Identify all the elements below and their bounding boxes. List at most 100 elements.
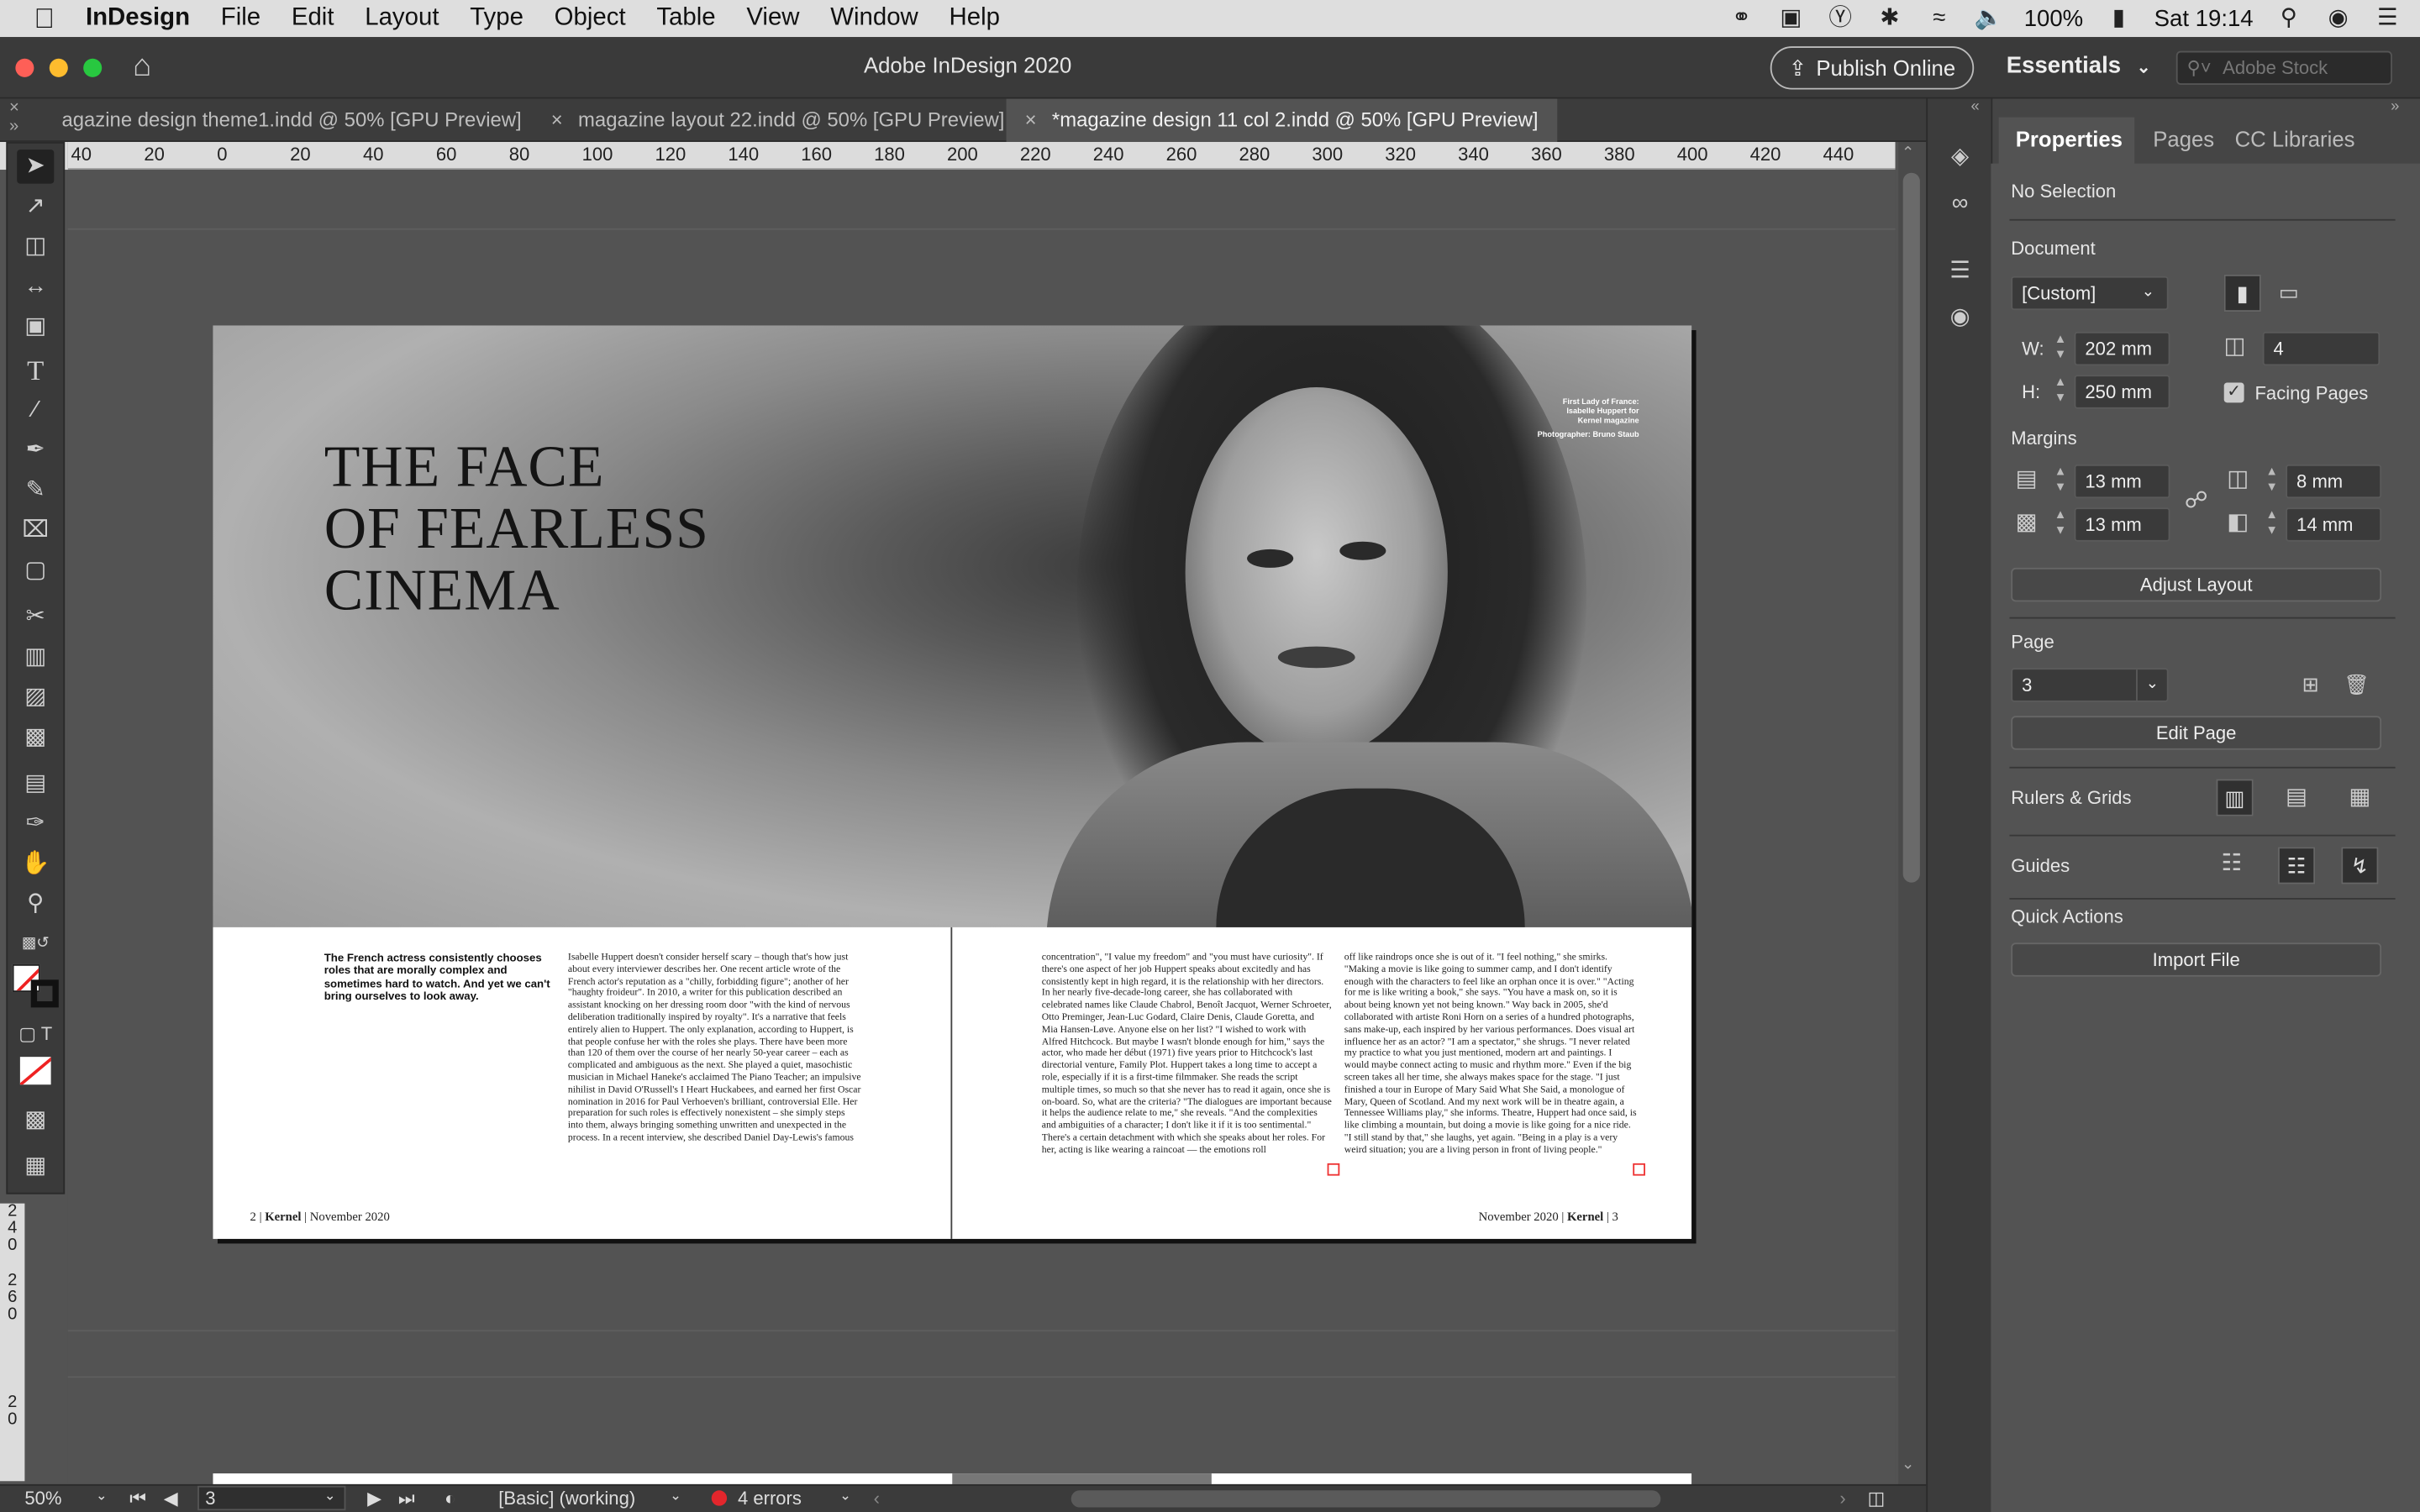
collapse-panels-icon[interactable]: «	[1971, 99, 1980, 116]
layers-icon[interactable]: ◈	[1944, 142, 1975, 173]
gradient-feather-tool-icon[interactable]: ▩	[17, 721, 54, 754]
scroll-left-icon[interactable]: ‹	[874, 1488, 880, 1509]
menu-file[interactable]: File	[205, 0, 276, 37]
note-tool-icon[interactable]: ▤	[17, 767, 54, 801]
menu-app-name[interactable]: InDesign	[71, 0, 206, 37]
pages-count-field[interactable]: 4	[2262, 331, 2381, 366]
volume-icon[interactable]: 🔈	[1975, 5, 2003, 30]
first-spread-icon[interactable]: ⏮	[129, 1488, 146, 1511]
bluetooth-icon[interactable]: ✱	[1876, 5, 1903, 30]
tab-properties[interactable]: Properties	[2016, 127, 2123, 167]
selection-tool-icon[interactable]: ➤	[17, 150, 55, 184]
battery-icon[interactable]: ▮	[2105, 5, 2133, 30]
free-transform-tool-icon[interactable]: ▥	[17, 640, 54, 674]
formatting-affects-container-icon[interactable]: ▢ T	[17, 1016, 54, 1050]
body-column-3[interactable]: off like raindrops once she is out of it…	[1344, 952, 1638, 1184]
notification-center-icon[interactable]: ☰	[2374, 5, 2402, 30]
horizontal-scroll-thumb[interactable]	[1071, 1490, 1661, 1508]
previous-page-icon[interactable]: ◀	[164, 1488, 178, 1509]
edit-page-button[interactable]: Edit Page	[2011, 716, 2382, 750]
normal-view-mode-icon[interactable]: ▩	[17, 1103, 54, 1137]
apply-none-icon[interactable]	[19, 1057, 51, 1085]
margin-inside-stepper-icon[interactable]: ▲ ▼	[2261, 465, 2283, 498]
width-stepper-icon[interactable]: ▲ ▼	[2049, 332, 2071, 365]
page-tool-icon[interactable]: ◫	[17, 230, 54, 264]
preflight-errors[interactable]: 4 errors	[738, 1488, 802, 1509]
hand-tool-icon[interactable]: ✋	[17, 847, 54, 880]
stroke-panel-icon[interactable]: ☰	[1944, 256, 1975, 287]
zoom-tool-icon[interactable]: ⚲	[17, 887, 54, 921]
eyedropper-tool-icon[interactable]: ✑	[17, 807, 54, 841]
menu-help[interactable]: Help	[934, 0, 1015, 37]
add-page-icon[interactable]: ⊞	[2295, 669, 2326, 701]
tab-magazine-design-theme1[interactable]: agazine design theme1.indd @ 50% [GPU Pr…	[43, 99, 539, 142]
margin-inside-field[interactable]: 8 mm	[2286, 464, 2382, 499]
toggle-rulers-icon[interactable]: ▥	[2216, 779, 2254, 816]
import-file-button[interactable]: Import File	[2011, 942, 2382, 977]
workspace-switcher[interactable]: Essentials ⌄	[2007, 52, 2151, 78]
menu-edit[interactable]: Edit	[276, 0, 349, 37]
scroll-up-icon[interactable]: ⌃	[1902, 145, 1914, 162]
scroll-down-icon[interactable]: ⌄	[1902, 1457, 1914, 1473]
margin-bottom-stepper-icon[interactable]: ▲ ▼	[2049, 507, 2071, 541]
gradient-swatch-tool-icon[interactable]: ▨	[17, 680, 54, 714]
spotlight-search-icon[interactable]: ⚲	[2275, 5, 2302, 30]
menu-object[interactable]: Object	[539, 0, 641, 37]
zoom-level-field[interactable]: 50%	[24, 1488, 61, 1509]
gap-tool-icon[interactable]: ↔	[17, 270, 54, 303]
siri-icon[interactable]: ◉	[2324, 5, 2352, 30]
vertical-scroll-thumb[interactable]	[1902, 172, 1920, 883]
expand-panels-icon[interactable]: »	[2391, 99, 2399, 116]
chevron-down-icon[interactable]: ⌄	[670, 1488, 681, 1504]
creative-cloud-icon[interactable]: ⚭	[1728, 5, 1755, 30]
screen-share-icon[interactable]: ▣	[1777, 5, 1805, 30]
horizontal-ruler[interactable]: 40 20 0 20 40 60 80 100 120 140 160 180 200 220 240 260…	[67, 141, 1896, 171]
scissors-tool-icon[interactable]: ✂	[17, 600, 54, 633]
line-tool-icon[interactable]: ∕	[17, 393, 54, 427]
page-select[interactable]: 3 ⌄	[2011, 668, 2169, 702]
rectangle-tool-icon[interactable]: ▢	[17, 554, 54, 587]
headline[interactable]: THE FACE OF FEARLESS CINEMA	[324, 437, 709, 622]
menu-layout[interactable]: Layout	[350, 0, 455, 37]
cover-photo[interactable]	[213, 325, 1692, 927]
document-preset-select[interactable]: [Custom] ⌄	[2011, 276, 2169, 311]
content-collector-icon[interactable]: ▣	[17, 310, 54, 344]
close-tab-icon[interactable]: ×	[551, 108, 563, 132]
menu-view[interactable]: View	[731, 0, 815, 37]
type-tool-icon[interactable]: T	[17, 354, 54, 387]
wordpress-icon[interactable]: Ⓨ	[1827, 5, 1854, 30]
show-guides-icon[interactable]: ☷	[2217, 848, 2248, 879]
margin-outside-field[interactable]: 14 mm	[2286, 507, 2382, 542]
chevron-down-icon[interactable]: ⌄	[96, 1488, 108, 1504]
body-column-2[interactable]: concentration", "I value my freedom" and…	[1042, 952, 1332, 1184]
close-tab-icon[interactable]: ×	[1025, 108, 1037, 132]
menu-window[interactable]: Window	[815, 0, 934, 37]
height-field[interactable]: 250 mm	[2074, 375, 2170, 409]
pen-tool-icon[interactable]: ✒	[17, 433, 54, 467]
apple-icon[interactable]: 	[0, 0, 71, 37]
default-fill-stroke-icon[interactable]: ▩↺	[17, 927, 54, 961]
next-page-icon[interactable]: ▶	[367, 1488, 381, 1509]
publish-online-button[interactable]: ⇪ Publish Online	[1770, 46, 1975, 90]
tab-pages[interactable]: Pages	[2153, 127, 2214, 167]
photo-credit[interactable]: First Lady of France: Isabelle Huppert f…	[1512, 398, 1639, 440]
chevron-down-icon[interactable]: ⌄	[839, 1488, 851, 1504]
delete-page-icon[interactable]: 🗑	[2341, 669, 2372, 701]
lock-guides-icon[interactable]: ☷	[2278, 847, 2316, 885]
rectangle-frame-tool-icon[interactable]: ⌧	[17, 514, 54, 548]
tab-magazine-design-11-col-2[interactable]: × *magazine design 11 col 2.indd @ 50% [G…	[1006, 98, 1557, 142]
width-field[interactable]: 202 mm	[2074, 331, 2170, 366]
vertical-ruler[interactable]: 2 4 0 2 6 0 2 0	[0, 1203, 25, 1482]
collapse-toolbar-icon[interactable]: ×»	[9, 99, 19, 136]
facing-pages-checkbox[interactable]: ✓	[2223, 382, 2244, 403]
split-window-icon[interactable]: ◫	[1867, 1488, 1885, 1509]
intro-deck[interactable]: The French actress consistently chooses …	[324, 951, 556, 1004]
link-margins-icon[interactable]: ☍	[2181, 486, 2212, 517]
tab-cc-libraries[interactable]: CC Libraries	[2235, 127, 2355, 167]
clock[interactable]: Sat 19:14	[2154, 5, 2254, 31]
margin-top-field[interactable]: 13 mm	[2074, 464, 2170, 499]
baseline-grid-icon[interactable]: ▤	[2281, 782, 2312, 813]
stroke-swatch[interactable]	[30, 979, 59, 1008]
last-spread-icon[interactable]: ⏭	[398, 1488, 415, 1511]
scroll-right-icon[interactable]: ›	[1839, 1488, 1845, 1509]
